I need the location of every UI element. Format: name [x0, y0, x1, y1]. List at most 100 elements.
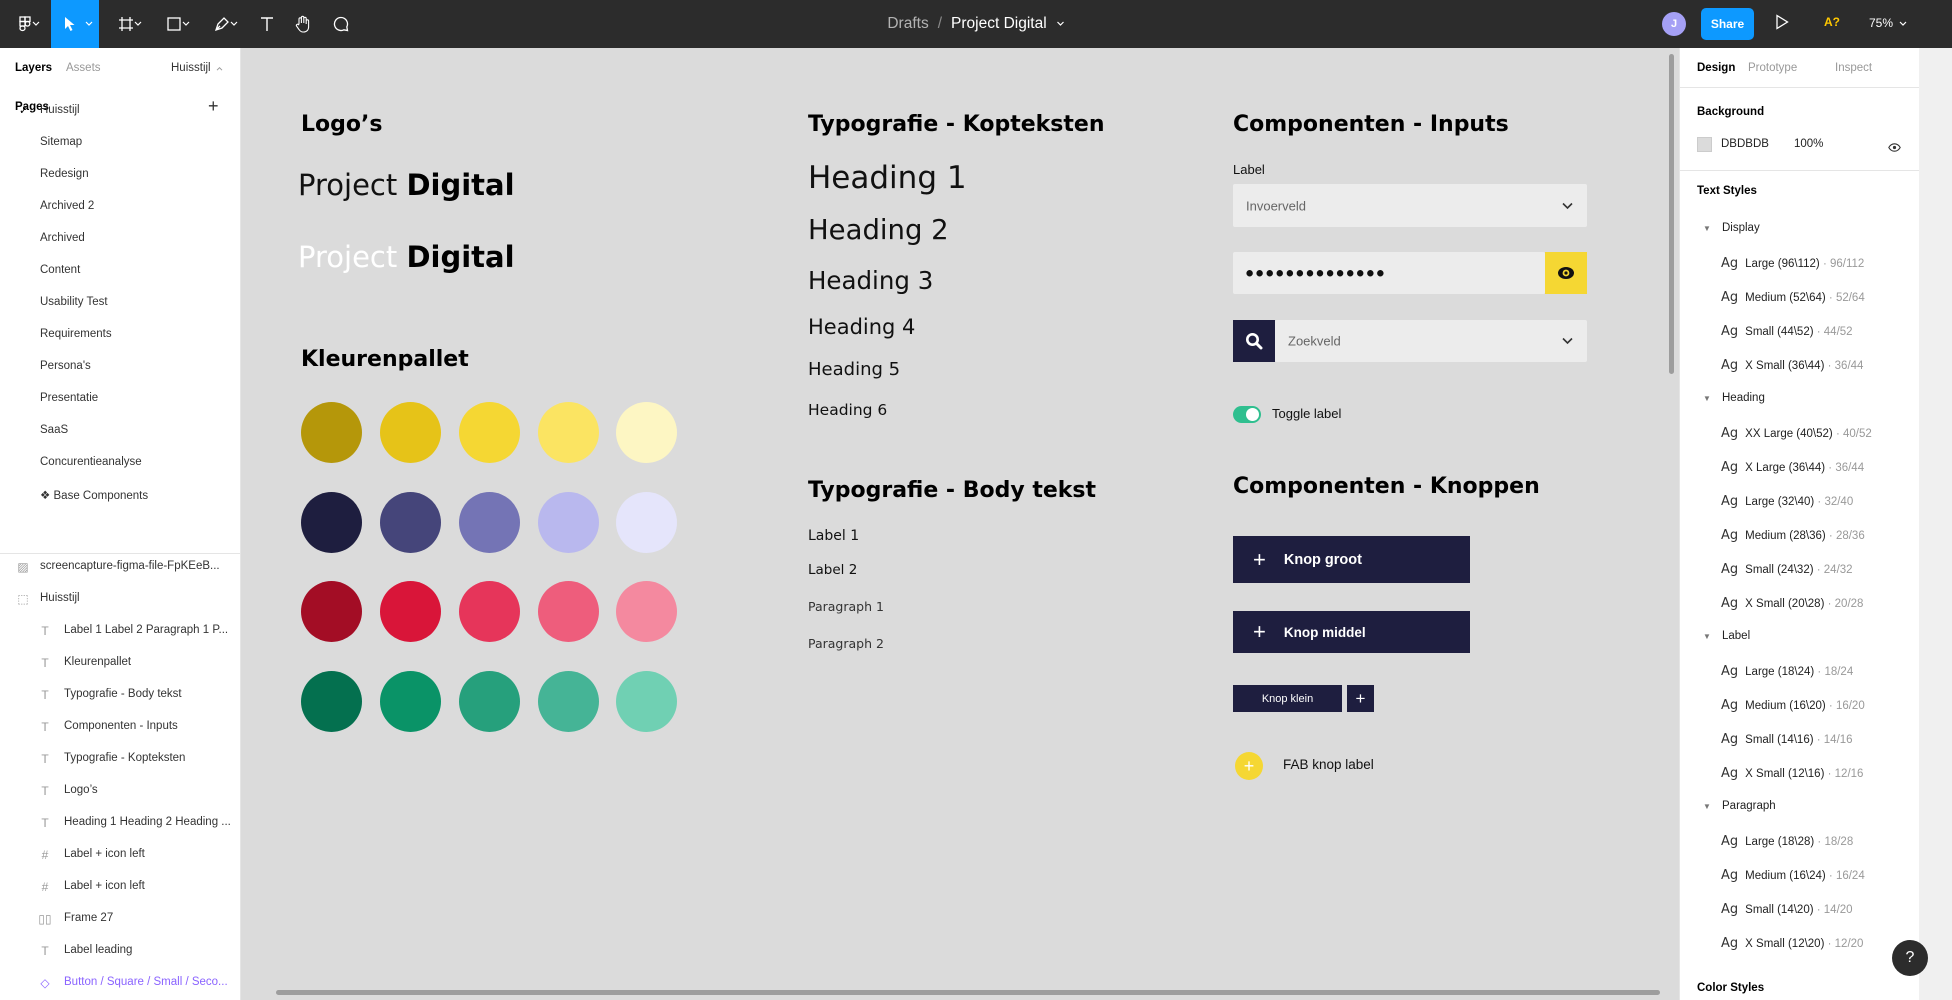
page-item[interactable]: Archived 2 [40, 200, 94, 212]
background-opacity[interactable]: 100% [1794, 138, 1823, 150]
text-style-item[interactable]: Ag XX Large (40\52) · 40/52 [1721, 426, 1872, 441]
color-swatch[interactable] [301, 581, 362, 642]
file-title[interactable]: Project Digital [951, 15, 1047, 33]
text-style-item[interactable]: Ag Small (24\32) · 24/32 [1721, 562, 1853, 577]
search-button[interactable] [1233, 320, 1275, 362]
text-style-item[interactable]: Ag Large (18\28) · 18/28 [1721, 834, 1853, 849]
layer-item[interactable]: Typografie - Kopteksten [64, 752, 185, 764]
color-swatch[interactable] [380, 402, 441, 463]
add-page-button[interactable]: + [208, 97, 219, 115]
background-color-swatch[interactable] [1697, 137, 1712, 152]
page-item[interactable]: Requirements [40, 328, 112, 340]
color-swatch[interactable] [459, 671, 520, 732]
text-style-item[interactable]: Ag X Small (12\20) · 12/20 [1721, 936, 1863, 951]
layer-item[interactable]: Heading 1 Heading 2 Heading ... [64, 816, 231, 828]
layer-item[interactable]: Huisstijl [40, 592, 80, 604]
tab-prototype[interactable]: Prototype [1748, 62, 1797, 74]
text-style-item[interactable]: Ag Large (18\24) · 18/24 [1721, 664, 1853, 679]
small-square-button[interactable]: + [1347, 685, 1374, 712]
page-switcher[interactable]: Huisstijl [171, 62, 223, 74]
color-swatch[interactable] [459, 581, 520, 642]
page-item[interactable]: Content [40, 264, 80, 276]
text-style-item[interactable]: Ag X Small (36\44) · 36/44 [1721, 358, 1863, 373]
share-button[interactable]: Share [1701, 8, 1754, 40]
small-button[interactable]: Knop klein [1233, 685, 1342, 712]
color-swatch[interactable] [301, 671, 362, 732]
caret-down-icon[interactable]: ▼ [1703, 802, 1711, 811]
background-hex[interactable]: DBDBDB [1721, 138, 1769, 150]
toggle-switch[interactable] [1233, 406, 1261, 423]
color-swatch[interactable] [380, 671, 441, 732]
visibility-toggle[interactable] [1888, 139, 1901, 157]
password-field[interactable]: ●●●●●●●●●●●●●● [1233, 252, 1545, 294]
text-style-item[interactable]: Ag Medium (28\36) · 28/36 [1721, 528, 1865, 543]
text-style-group[interactable]: Label [1722, 630, 1750, 642]
color-swatch[interactable] [538, 492, 599, 553]
color-swatch[interactable] [616, 492, 677, 553]
page-item[interactable]: Persona's [40, 360, 91, 372]
present-button[interactable] [1775, 14, 1789, 35]
page-item[interactable]: SaaS [40, 424, 68, 436]
layer-item[interactable]: Label leading [64, 944, 132, 956]
color-swatch[interactable] [380, 581, 441, 642]
text-style-item[interactable]: Ag X Small (12\16) · 12/16 [1721, 766, 1863, 781]
text-style-item[interactable]: Ag Medium (16\20) · 16/20 [1721, 698, 1865, 713]
tab-layers[interactable]: Layers [15, 62, 52, 74]
layer-item[interactable]: screencapture-figma-file-FpKEeB... [40, 560, 220, 572]
layer-item[interactable]: Label + icon left [64, 880, 145, 892]
color-swatch[interactable] [538, 402, 599, 463]
layer-item[interactable]: Componenten - Inputs [64, 720, 178, 732]
chevron-down-icon[interactable] [1056, 21, 1065, 27]
text-style-item[interactable]: Ag Small (44\52) · 44/52 [1721, 324, 1853, 339]
large-button[interactable]: + Knop groot [1233, 536, 1470, 583]
color-swatch[interactable] [301, 402, 362, 463]
text-style-group[interactable]: Paragraph [1722, 800, 1776, 812]
text-style-item[interactable]: Ag Small (14\20) · 14/20 [1721, 902, 1853, 917]
color-swatch[interactable] [616, 671, 677, 732]
color-swatch[interactable] [459, 492, 520, 553]
layer-item[interactable]: Logo’s [64, 784, 98, 796]
zoom-dropdown[interactable]: 75% [1869, 16, 1907, 30]
show-password-button[interactable] [1545, 252, 1587, 294]
accessibility-badge[interactable]: A? [1824, 15, 1840, 29]
medium-button[interactable]: + Knop middel [1233, 611, 1470, 653]
tab-assets[interactable]: Assets [66, 62, 101, 74]
layer-item[interactable]: Typografie - Body tekst [64, 688, 182, 700]
vertical-scrollbar[interactable] [1669, 54, 1674, 374]
text-style-group[interactable]: Display [1722, 222, 1760, 234]
text-style-item[interactable]: Ag X Small (20\28) · 20/28 [1721, 596, 1863, 611]
caret-down-icon[interactable]: ▼ [1703, 394, 1711, 403]
color-swatch[interactable] [538, 581, 599, 642]
layer-item[interactable]: Label 1 Label 2 Paragraph 1 P... [64, 624, 228, 636]
tab-design[interactable]: Design [1697, 62, 1735, 74]
select-field[interactable]: Invoerveld [1233, 184, 1587, 227]
text-style-group[interactable]: Heading [1722, 392, 1765, 404]
text-style-item[interactable]: Ag Medium (52\64) · 52/64 [1721, 290, 1865, 305]
help-button[interactable]: ? [1892, 940, 1928, 976]
layer-item[interactable]: Kleurenpallet [64, 656, 131, 668]
layer-item[interactable]: Button / Square / Small / Seco... [64, 976, 228, 988]
color-swatch[interactable] [616, 581, 677, 642]
avatar[interactable]: J [1662, 12, 1686, 36]
horizontal-scrollbar[interactable] [276, 990, 1660, 995]
layer-item[interactable]: Frame 27 [64, 912, 113, 924]
text-style-item[interactable]: Ag Medium (16\24) · 16/24 [1721, 868, 1865, 883]
color-swatch[interactable] [301, 492, 362, 553]
page-item[interactable]: Redesign [40, 168, 89, 180]
tab-inspect[interactable]: Inspect [1835, 62, 1872, 74]
search-field[interactable]: Zoekveld [1275, 320, 1587, 362]
layer-item[interactable]: Label + icon left [64, 848, 145, 860]
breadcrumb-parent[interactable]: Drafts [887, 15, 928, 33]
page-item[interactable]: Archived [40, 232, 85, 244]
page-item[interactable]: ❖ Base Components [40, 488, 148, 502]
text-style-item[interactable]: Ag X Large (36\44) · 36/44 [1721, 460, 1864, 475]
page-item[interactable]: Sitemap [40, 136, 82, 148]
color-swatch[interactable] [380, 492, 441, 553]
caret-down-icon[interactable]: ▼ [1703, 224, 1711, 233]
text-style-item[interactable]: Ag Small (14\16) · 14/16 [1721, 732, 1853, 747]
color-swatch[interactable] [538, 671, 599, 732]
color-swatch[interactable] [459, 402, 520, 463]
fab-button[interactable]: + [1235, 752, 1263, 780]
page-item[interactable]: Presentatie [40, 392, 98, 404]
color-swatch[interactable] [616, 402, 677, 463]
